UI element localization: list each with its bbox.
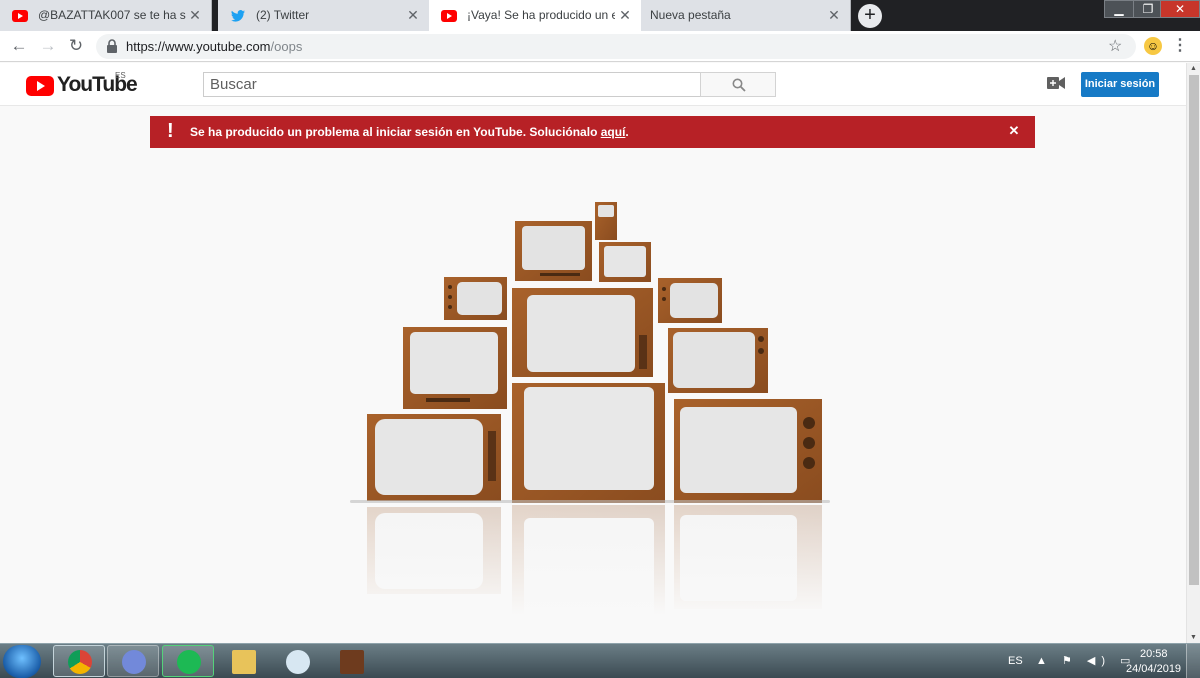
url-host: https://www.youtube.com [126,39,271,54]
taskbar-spotify[interactable] [162,645,214,677]
taskbar-paint[interactable] [271,645,323,677]
search-button[interactable] [700,72,776,97]
youtube-logo[interactable]: YouTube ES [26,71,138,99]
url-text: https://www.youtube.com/oops [126,39,302,54]
close-tab-icon[interactable]: ✕ [826,7,842,23]
start-button[interactable] [3,645,41,678]
scroll-down-arrow-icon[interactable]: ▼ [1190,634,1197,641]
chrome-icon [68,650,92,674]
close-tab-icon[interactable]: ✕ [405,7,421,23]
page-scrollbar[interactable]: ▲ ▼ [1186,63,1200,643]
tab-youtube-notification[interactable]: @BAZATTAK007 se te ha subido ✕ [0,0,212,31]
alert-icon: ! [167,120,174,142]
discord-icon [122,650,146,674]
tab-title: (2) Twitter [256,8,310,22]
system-tray-icons[interactable]: ▲ ⚑ ◀) ▭ [1036,654,1136,667]
forward-arrow-icon[interactable]: → [37,35,59,57]
clock-time[interactable]: 20:58 [1140,648,1168,660]
show-desktop-button[interactable] [1186,644,1200,678]
avatar-game-icon [340,650,364,674]
tab-title: ¡Vaya! Se ha producido un error [467,8,615,22]
minimize-button[interactable]: ▁ [1104,0,1134,18]
tv-stack [350,202,830,503]
spotify-icon [177,650,201,674]
taskbar-file-explorer[interactable] [217,645,269,677]
tab-new-tab[interactable]: Nueva pestaña ✕ [641,0,851,31]
browser-menu-icon[interactable]: ⋮ [1172,35,1188,55]
tab-title: @BAZATTAK007 se te ha subido [38,8,186,22]
close-tab-icon[interactable]: ✕ [187,7,203,23]
back-arrow-icon[interactable]: ← [8,35,30,57]
twitter-icon [231,10,245,22]
new-tab-button[interactable]: + [858,4,882,28]
paint-icon [286,650,310,674]
browser-toolbar: ← → ↻ https://www.youtube.com/oops ☆ [0,31,1200,62]
scrollbar-thumb[interactable] [1189,75,1199,585]
youtube-icon [12,10,28,22]
alert-fix-link[interactable]: aquí [601,125,626,139]
file-explorer-icon [232,650,256,674]
bookmark-star-icon[interactable]: ☆ [1108,36,1122,56]
alert-trailing: . [625,125,629,139]
youtube-play-icon [26,76,54,96]
taskbar-discord[interactable] [107,645,159,677]
extension-emoji-icon[interactable]: ☺ [1144,37,1162,55]
alert-message: Se ha producido un problema al iniciar s… [190,125,629,139]
signin-button[interactable]: Iniciar sesión [1081,72,1159,97]
alert-text: Se ha producido un problema al iniciar s… [190,125,601,139]
search-icon [732,78,746,92]
tab-title: Nueva pestaña [650,8,731,22]
url-path: /oops [270,39,303,54]
close-alert-icon[interactable]: ✕ [1007,124,1021,138]
scroll-up-arrow-icon[interactable]: ▲ [1190,65,1197,72]
address-bar[interactable]: https://www.youtube.com/oops [96,34,1136,59]
youtube-header: YouTube ES Buscar Iniciar sesión [0,63,1186,106]
close-window-button[interactable]: ✕ [1160,0,1200,18]
tab-twitter[interactable]: (2) Twitter ✕ [218,0,430,31]
upload-video-icon[interactable] [1047,76,1065,90]
search-input[interactable]: Buscar [203,72,701,97]
lock-icon [107,39,117,53]
browser-tab-strip: @BAZATTAK007 se te ha subido ✕ (2) Twitt… [0,0,1200,31]
country-code: ES [115,71,126,80]
signin-error-alert: ! Se ha producido un problema al iniciar… [150,116,1035,148]
oops-tv-illustration [340,202,840,615]
taskbar-chrome[interactable] [53,645,105,677]
tab-youtube-error[interactable]: ¡Vaya! Se ha producido un error ✕ [429,0,641,31]
clock-date[interactable]: 24/04/2019 [1126,663,1181,675]
keyboard-language[interactable]: ES [1008,655,1023,667]
youtube-icon [441,10,457,22]
close-tab-icon[interactable]: ✕ [617,7,633,23]
maximize-button[interactable]: ❐ [1133,0,1163,18]
reload-icon[interactable]: ↻ [65,35,87,57]
windows-taskbar: ES ▲ ⚑ ◀) ▭ 20:58 24/04/2019 [0,643,1200,678]
taskbar-game[interactable] [325,645,377,677]
